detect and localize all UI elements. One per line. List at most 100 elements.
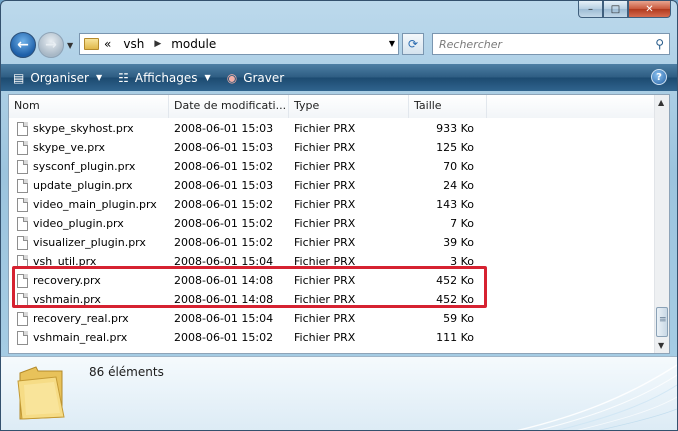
column-size[interactable]: Taille [409, 95, 487, 118]
column-date[interactable]: Date de modificati... [169, 95, 289, 118]
table-row[interactable]: skype_ve.prx 2008-06-01 15:03 Fichier PR… [9, 138, 656, 157]
item-count: 86 éléments [89, 365, 164, 379]
file-name: update_plugin.prx [33, 179, 133, 192]
vertical-scrollbar[interactable]: ▲ ▼ [654, 95, 669, 353]
table-row[interactable]: recovery_real.prx 2008-06-01 15:04 Fichi… [9, 309, 656, 328]
burn-button[interactable]: ◉ Graver [227, 71, 285, 85]
table-row[interactable]: video_main_plugin.prx 2008-06-01 15:02 F… [9, 195, 656, 214]
views-icon: ☷ [118, 70, 129, 85]
address-dropdown-icon[interactable]: ▼ [389, 39, 395, 48]
table-row[interactable]: vshmain_real.prx 2008-06-01 15:02 Fichie… [9, 328, 656, 347]
file-icon [17, 216, 28, 231]
views-button[interactable]: ☷ Affichages ▼ [118, 71, 211, 85]
column-type[interactable]: Type [289, 95, 409, 118]
file-size: 143 Ko [436, 198, 474, 211]
back-arrow-icon: ← [17, 37, 29, 53]
scroll-down-icon[interactable]: ▼ [658, 341, 664, 350]
refresh-button[interactable]: ⟳ [402, 33, 424, 55]
file-name: vshmain.prx [33, 293, 101, 306]
file-date: 2008-06-01 15:03 [174, 122, 274, 135]
file-name: recovery.prx [33, 274, 101, 287]
chevron-down-icon: ▼ [96, 73, 103, 82]
file-size: 125 Ko [436, 141, 474, 154]
file-date: 2008-06-01 15:02 [174, 331, 274, 344]
file-type: Fichier PRX [294, 160, 356, 173]
table-row[interactable]: skype_skyhost.prx 2008-06-01 15:03 Fichi… [9, 119, 656, 138]
file-icon [17, 235, 28, 250]
burn-disc-icon: ◉ [226, 70, 238, 85]
burn-label: Graver [243, 70, 285, 85]
file-type: Fichier PRX [294, 274, 356, 287]
history-dropdown-icon[interactable]: ▼ [67, 41, 73, 50]
file-size: 70 Ko [443, 160, 474, 173]
breadcrumb-item-module[interactable]: module [171, 37, 216, 51]
table-row[interactable]: recovery.prx 2008-06-01 14:08 Fichier PR… [9, 271, 656, 290]
column-name[interactable]: Nom [9, 95, 169, 118]
file-type: Fichier PRX [294, 255, 356, 268]
file-date: 2008-06-01 15:03 [174, 179, 274, 192]
file-date: 2008-06-01 14:08 [174, 274, 274, 287]
table-row[interactable]: vshmain.prx 2008-06-01 14:08 Fichier PRX… [9, 290, 656, 309]
organise-button[interactable]: ▤ Organiser ▼ [13, 71, 102, 85]
breadcrumb-item-vsh[interactable]: vsh [123, 37, 144, 51]
file-date: 2008-06-01 15:02 [174, 236, 274, 249]
file-date: 2008-06-01 15:02 [174, 198, 274, 211]
minimize-button[interactable]: – [578, 1, 603, 18]
file-icon [17, 273, 28, 288]
search-placeholder: Rechercher [439, 37, 503, 51]
large-folder-icon [17, 366, 65, 420]
file-icon [17, 292, 28, 307]
file-list: Nom Date de modificati... Type Taille sk… [8, 94, 670, 354]
caption-buttons: – □ ✕ [578, 1, 671, 19]
file-name: video_main_plugin.prx [33, 198, 157, 211]
maximize-button[interactable]: □ [603, 1, 628, 18]
file-name: skype_skyhost.prx [33, 122, 134, 135]
back-button[interactable]: ← [10, 32, 36, 58]
search-input[interactable]: Rechercher ⚲ [432, 33, 670, 55]
help-button[interactable]: ? [651, 69, 667, 85]
file-name: vsh_util.prx [33, 255, 97, 268]
organise-label: Organiser [30, 70, 89, 85]
file-icon [17, 311, 28, 326]
search-icon[interactable]: ⚲ [655, 37, 664, 51]
chevron-down-icon: ▼ [204, 73, 211, 82]
command-toolbar: ▤ Organiser ▼ ☷ Affichages ▼ ◉ Graver [1, 64, 677, 91]
close-button[interactable]: ✕ [628, 1, 671, 18]
file-icon [17, 159, 28, 174]
file-type: Fichier PRX [294, 122, 356, 135]
file-name: sysconf_plugin.prx [33, 160, 136, 173]
file-date: 2008-06-01 15:02 [174, 160, 274, 173]
scroll-thumb[interactable] [656, 307, 668, 337]
details-pane: 86 éléments [1, 356, 677, 430]
table-row[interactable]: video_plugin.prx 2008-06-01 15:02 Fichie… [9, 214, 656, 233]
views-label: Affichages [134, 70, 198, 85]
breadcrumb: « vsh ▶ module [104, 37, 216, 51]
forward-button[interactable]: → [38, 32, 64, 58]
file-date: 2008-06-01 14:08 [174, 293, 274, 306]
file-size: 452 Ko [436, 274, 474, 287]
file-type: Fichier PRX [294, 217, 356, 230]
file-date: 2008-06-01 15:04 [174, 255, 274, 268]
file-size: 3 Ko [450, 255, 474, 268]
organise-icon: ▤ [13, 70, 25, 85]
scroll-up-icon[interactable]: ▲ [658, 98, 664, 107]
table-row[interactable]: update_plugin.prx 2008-06-01 15:03 Fichi… [9, 176, 656, 195]
breadcrumb-separator-icon[interactable]: ▶ [154, 39, 161, 49]
file-size: 933 Ko [436, 122, 474, 135]
file-type: Fichier PRX [294, 293, 356, 306]
file-type: Fichier PRX [294, 141, 356, 154]
table-row[interactable]: vsh_util.prx 2008-06-01 15:04 Fichier PR… [9, 252, 656, 271]
table-row[interactable]: sysconf_plugin.prx 2008-06-01 15:02 Fich… [9, 157, 656, 176]
file-size: 452 Ko [436, 293, 474, 306]
file-icon [17, 330, 28, 345]
address-bar[interactable]: « vsh ▶ module ▼ [79, 33, 399, 55]
forward-arrow-icon: → [45, 37, 57, 53]
breadcrumb-overflow[interactable]: « [104, 37, 111, 51]
column-header: Nom Date de modificati... Type Taille [9, 95, 656, 118]
file-name: skype_ve.prx [33, 141, 105, 154]
file-icon [17, 140, 28, 155]
file-type: Fichier PRX [294, 198, 356, 211]
file-size: 7 Ko [450, 217, 474, 230]
table-row[interactable]: visualizer_plugin.prx 2008-06-01 15:02 F… [9, 233, 656, 252]
file-size: 24 Ko [443, 179, 474, 192]
